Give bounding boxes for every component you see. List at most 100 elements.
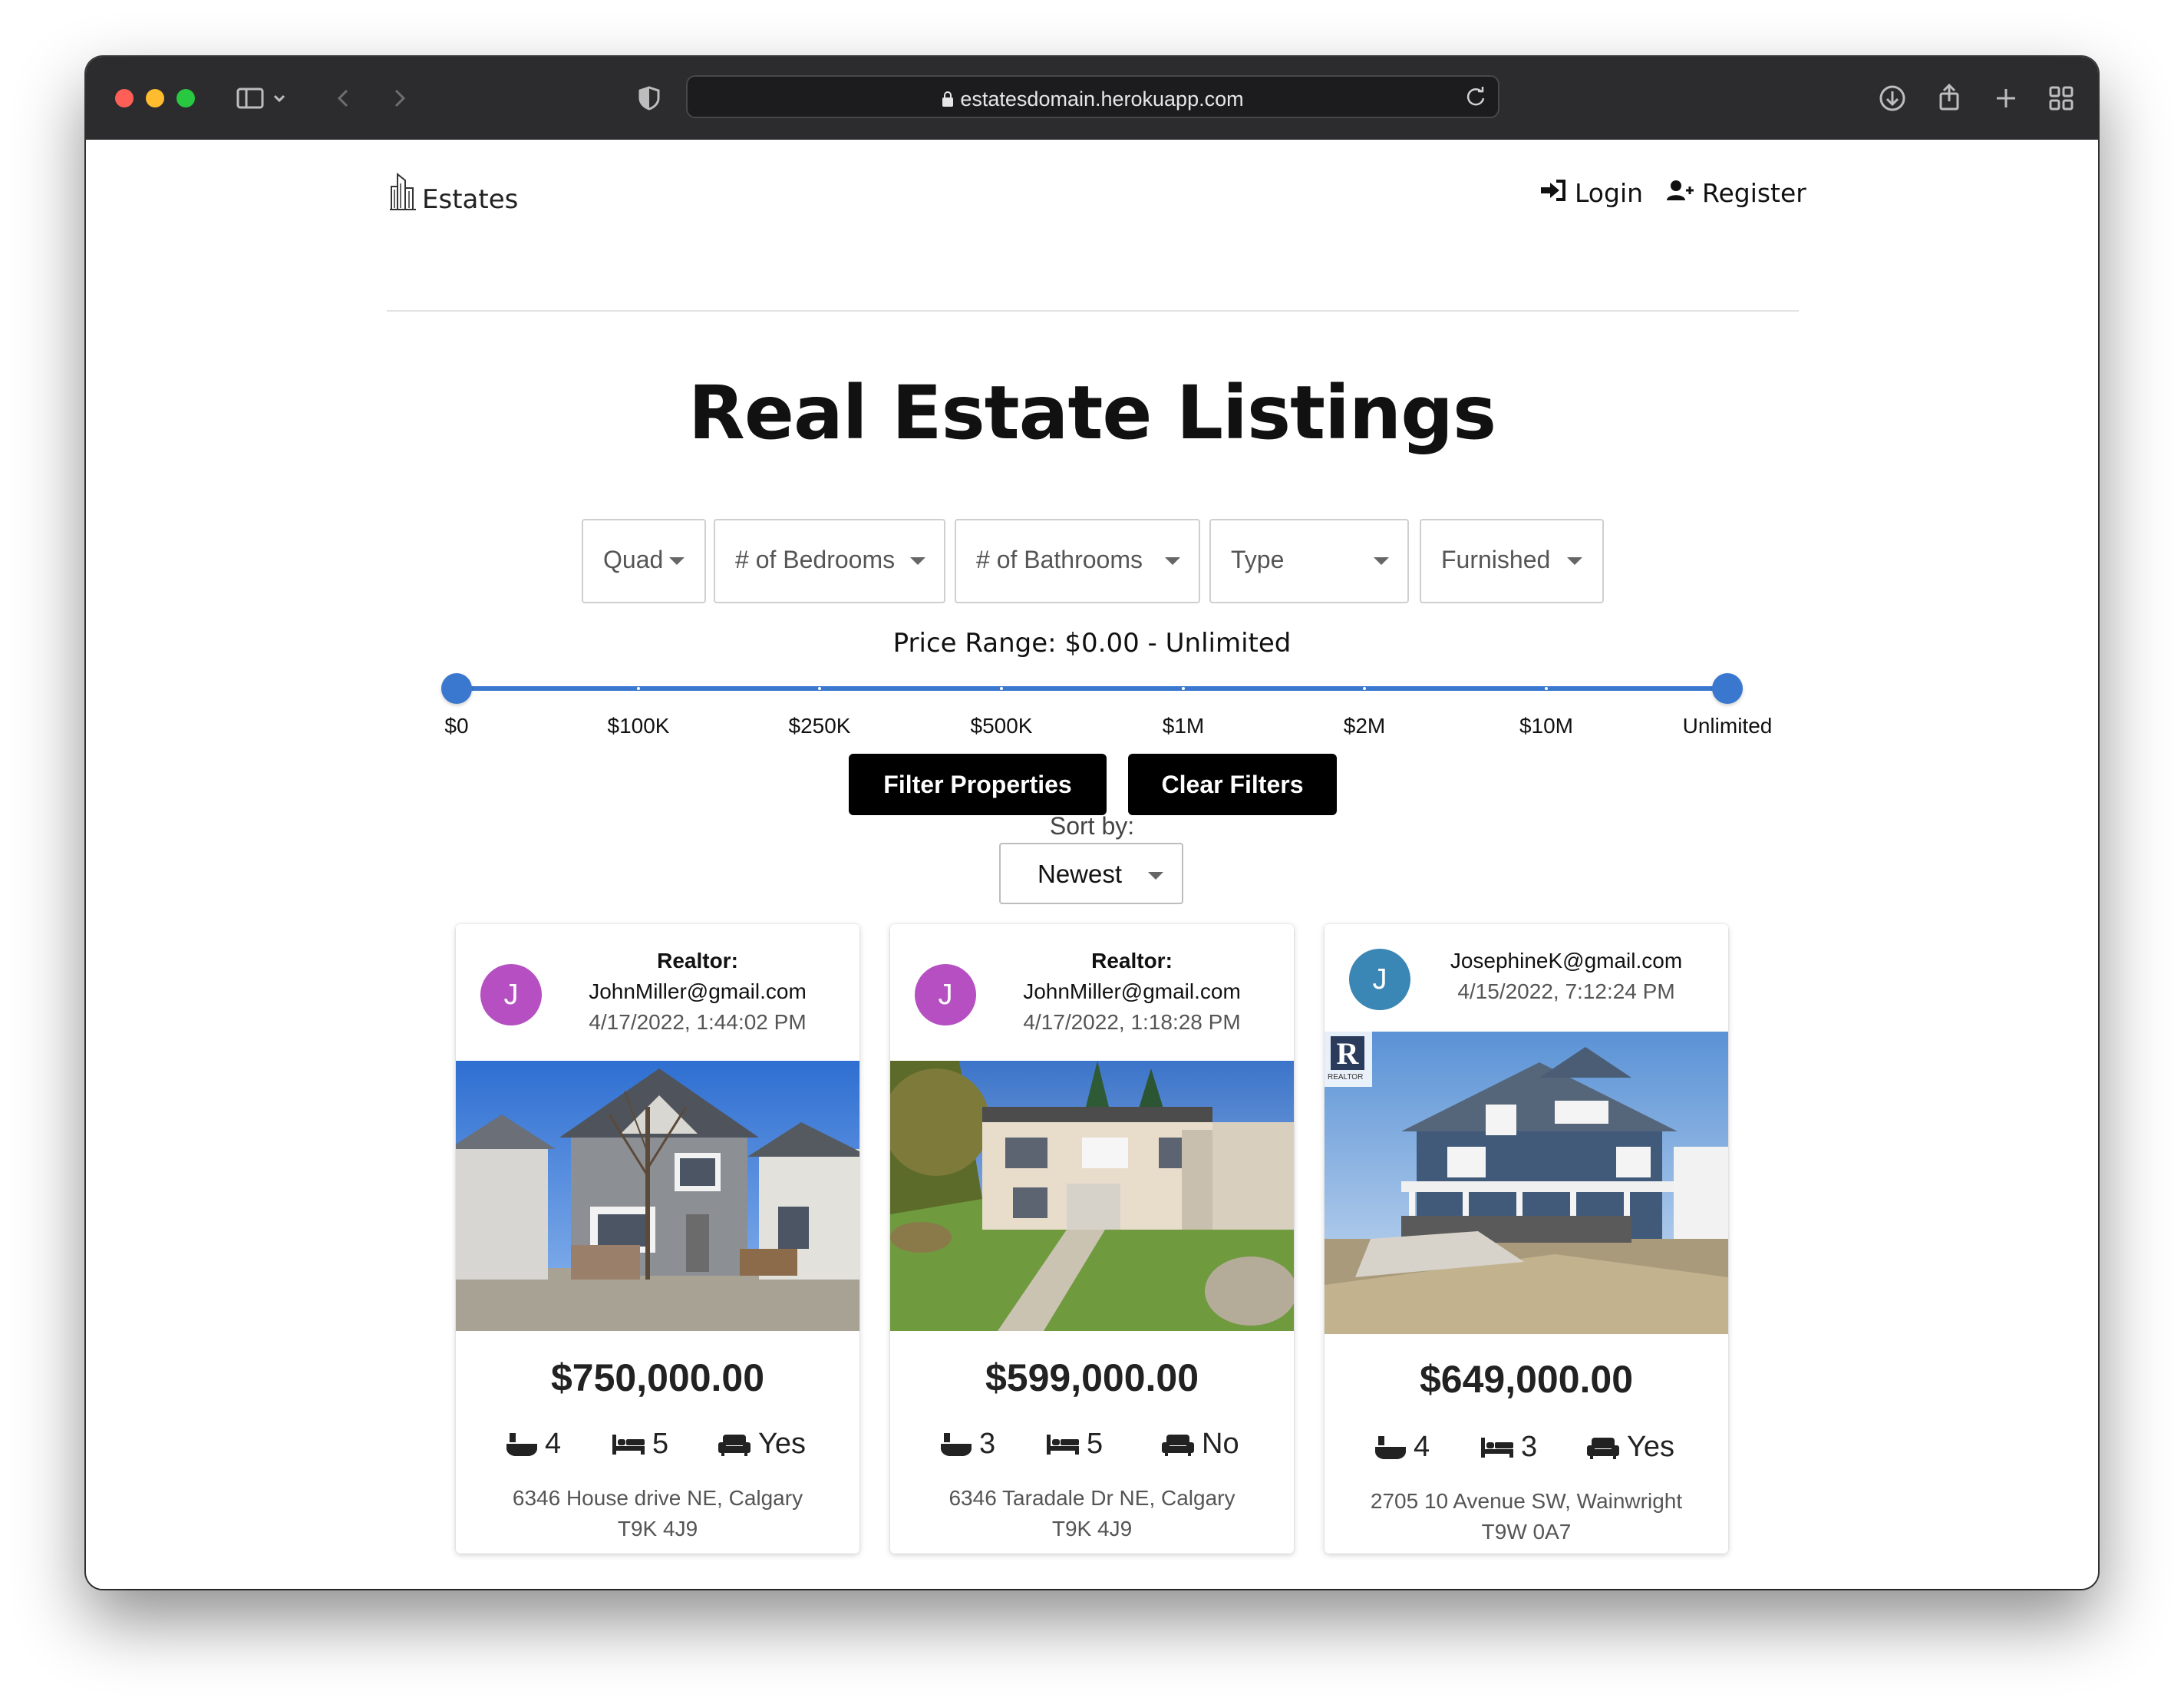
bed-icon <box>612 1433 645 1456</box>
type-select-label: Type <box>1231 546 1285 573</box>
svg-text:R: R <box>1337 1036 1360 1071</box>
type-select[interactable]: Type <box>1209 519 1409 603</box>
slider-tick-label: Unlimited <box>1682 714 1773 738</box>
close-window-button[interactable] <box>115 89 134 107</box>
forward-arrow-icon[interactable] <box>381 80 417 117</box>
realtor-email: JosephineK@gmail.com <box>1450 949 1683 973</box>
clear-filters-button[interactable]: Clear Filters <box>1128 754 1337 815</box>
bedrooms-count: 5 <box>1087 1428 1104 1460</box>
bathrooms-count: 3 <box>979 1428 996 1460</box>
zoom-window-button[interactable] <box>177 89 195 107</box>
bathrooms-feature: 4 <box>1375 1431 1430 1464</box>
brand-logo-link[interactable]: Estates <box>388 172 518 215</box>
bed-icon <box>1047 1433 1079 1456</box>
quad-select-label: Quad <box>603 546 664 573</box>
listing-date: 4/15/2022, 7:12:24 PM <box>1457 979 1675 1003</box>
bath-icon <box>1375 1435 1406 1461</box>
furnished-feature: Yes <box>718 1428 806 1461</box>
bathrooms-count: 4 <box>545 1428 562 1460</box>
listing-address: 2705 10 Avenue SW, Wainwright <box>1370 1489 1683 1513</box>
tab-overview-icon[interactable] <box>2043 80 2080 117</box>
slider-tick-label: $250K <box>788 714 851 738</box>
reload-icon[interactable] <box>1463 83 1490 111</box>
realtor-email: JohnMiller@gmail.com <box>1023 979 1241 1003</box>
bath-icon <box>941 1432 972 1458</box>
dropdown-caret-icon <box>669 557 685 565</box>
realtor-email: JohnMiller@gmail.com <box>589 979 807 1003</box>
listing-postal-code: T9W 0A7 <box>1481 1520 1572 1544</box>
browser-toolbar: estatesdomain.herokuapp.com <box>86 57 2098 141</box>
minimize-window-button[interactable] <box>146 89 164 107</box>
quad-select[interactable]: Quad <box>582 519 706 603</box>
furnished-value: Yes <box>1627 1431 1674 1463</box>
bath-icon <box>506 1432 537 1458</box>
slider-tick-label: $1M <box>1162 714 1205 738</box>
listing-postal-code: T9K 4J9 <box>1051 1517 1133 1541</box>
downloads-icon[interactable] <box>1874 80 1911 117</box>
share-icon[interactable] <box>1931 80 1968 117</box>
nav-divider <box>387 310 1799 312</box>
dropdown-caret-icon <box>1374 557 1389 565</box>
bedrooms-count: 3 <box>1521 1431 1538 1463</box>
register-label: Register <box>1702 178 1806 208</box>
chevron-down-icon[interactable] <box>267 80 292 117</box>
listing-card[interactable]: J Realtor: JohnMiller@gmail.com 4/17/202… <box>890 924 1294 1554</box>
dropdown-caret-icon <box>910 557 925 565</box>
page-title: Real Estate Listings <box>688 370 1496 456</box>
back-arrow-icon[interactable] <box>325 80 362 117</box>
address-bar[interactable]: estatesdomain.herokuapp.com <box>686 75 1499 118</box>
slider-tick-mark <box>1182 687 1185 690</box>
sidebar-icon[interactable] <box>232 80 269 117</box>
listing-address: 6346 Taradale Dr NE, Calgary <box>948 1486 1236 1510</box>
dropdown-caret-icon <box>1148 872 1163 880</box>
furnished-value: Yes <box>758 1428 806 1460</box>
brand-name: Estates <box>422 184 519 215</box>
listing-price: $599,000.00 <box>985 1356 1199 1399</box>
slider-tick-mark <box>1000 687 1003 690</box>
slider-tick-label: $0 <box>444 714 469 738</box>
bathrooms-feature: 4 <box>506 1428 561 1461</box>
slider-tick-label: $100K <box>607 714 670 738</box>
slider-tick-label: $500K <box>970 714 1033 738</box>
bedrooms-select-label: # of Bedrooms <box>735 546 896 573</box>
page-content: Estates Login Register Real Estate Listi… <box>86 140 2098 1589</box>
bedrooms-count: 5 <box>652 1428 669 1460</box>
listing-date: 4/17/2022, 1:44:02 PM <box>589 1010 807 1034</box>
price-min-handle[interactable] <box>441 673 472 704</box>
listing-photo[interactable] <box>456 1061 859 1331</box>
login-link[interactable]: Login <box>1539 178 1643 208</box>
price-range-label: Price Range: $0.00 - Unlimited <box>892 628 1292 659</box>
realtor-label: Realtor: <box>1091 949 1173 973</box>
listing-date: 4/17/2022, 1:18:28 PM <box>1023 1010 1241 1034</box>
url-label: estatesdomain.herokuapp.com <box>960 88 1244 111</box>
price-range-slider-track[interactable] <box>456 686 1727 691</box>
listing-photo[interactable] <box>890 1061 1294 1331</box>
furnished-select[interactable]: Furnished <box>1420 519 1604 603</box>
browser-window: estatesdomain.herokuapp.com Estates Logi… <box>86 57 2098 1589</box>
slider-tick-label: $10M <box>1519 714 1574 738</box>
couch-icon <box>1587 1436 1619 1459</box>
listing-price: $750,000.00 <box>550 1356 765 1399</box>
listing-postal-code: T9K 4J9 <box>617 1517 698 1541</box>
bathrooms-select[interactable]: # of Bathrooms <box>955 519 1200 603</box>
filter-properties-button[interactable]: Filter Properties <box>849 754 1107 815</box>
register-link[interactable]: Register <box>1667 178 1806 208</box>
buildings-icon <box>388 171 419 215</box>
sort-select[interactable]: Newest <box>999 843 1183 904</box>
bedrooms-select[interactable]: # of Bedrooms <box>714 519 945 603</box>
slider-tick-mark <box>1363 687 1366 690</box>
bedrooms-feature: 5 <box>612 1428 668 1461</box>
user-plus-icon <box>1667 178 1694 208</box>
listing-card[interactable]: J JosephineK@gmail.com 4/15/2022, 7:12:2… <box>1325 924 1728 1554</box>
bathrooms-feature: 3 <box>941 1428 995 1461</box>
realtor-label: Realtor: <box>657 949 738 973</box>
login-label: Login <box>1575 178 1644 208</box>
bathrooms-select-label: # of Bathrooms <box>976 546 1143 573</box>
listing-card[interactable]: J Realtor: JohnMiller@gmail.com 4/17/202… <box>456 924 859 1554</box>
dropdown-caret-icon <box>1165 557 1180 565</box>
furnished-value: No <box>1202 1428 1239 1460</box>
listing-photo[interactable]: R REALTOR <box>1325 1032 1728 1334</box>
privacy-shield-icon[interactable] <box>631 80 668 117</box>
new-tab-icon[interactable] <box>1988 80 2024 117</box>
price-max-handle[interactable] <box>1712 673 1743 704</box>
